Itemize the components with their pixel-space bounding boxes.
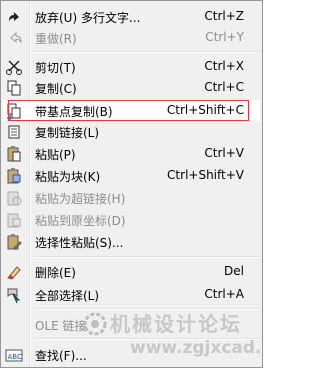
edit-context-menu: 放弃(U) 多行文字... Ctrl+Z 重做(R) Ctrl+Y 剪切(T) … bbox=[0, 0, 263, 368]
menu-item-paste[interactable]: 粘贴(P) Ctrl+V bbox=[3, 143, 260, 164]
menu-item-shortcut: Ctrl+C bbox=[204, 80, 244, 94]
menu-item-label: OLE 链接 bbox=[35, 319, 87, 333]
menu-item-shortcut: Ctrl+X bbox=[204, 59, 244, 73]
menu-item-label: 放弃(U) 多行文字... bbox=[35, 11, 141, 25]
svg-text:ABC: ABC bbox=[8, 353, 22, 361]
menu-item-paste-special[interactable]: 选择性粘贴(S)... bbox=[3, 231, 260, 252]
menu-item-label: 重做(R) bbox=[35, 32, 77, 46]
menu-item-delete[interactable]: 删除(E) Del bbox=[3, 261, 260, 282]
find-icon: ABC bbox=[5, 346, 23, 364]
menu-item-shortcut: Ctrl+Shift+C bbox=[166, 103, 244, 117]
menu-item-shortcut: Ctrl+Y bbox=[205, 30, 244, 44]
menu-item-cut[interactable]: 剪切(T) Ctrl+X bbox=[3, 56, 260, 77]
menu-item-shortcut: Ctrl+Shift+V bbox=[167, 168, 244, 182]
paste-orig-coords-icon bbox=[5, 211, 23, 229]
menu-separator bbox=[33, 308, 260, 310]
menu-separator bbox=[33, 338, 260, 340]
menu-item-redo[interactable]: 重做(R) Ctrl+Y bbox=[3, 27, 260, 48]
select-all-icon bbox=[5, 286, 23, 304]
menu-item-label: 粘贴到原坐标(D) bbox=[35, 214, 126, 228]
menu-item-copy-link[interactable]: 复制链接(L) bbox=[3, 121, 260, 142]
menu-item-label: 全部选择(L) bbox=[35, 289, 100, 303]
paste-special-icon bbox=[5, 233, 23, 251]
menu-item-label: 粘贴(P) bbox=[35, 148, 76, 162]
menu-item-label: 粘贴为超链接(H) bbox=[35, 192, 126, 206]
menu-item-paste-block[interactable]: 粘贴为块(K) Ctrl+Shift+V bbox=[3, 165, 260, 186]
menu-item-find[interactable]: ABC 查找(F)... bbox=[3, 344, 260, 365]
menu-separator bbox=[33, 51, 260, 53]
paste-hyperlink-icon bbox=[5, 189, 23, 207]
paste-block-icon bbox=[5, 167, 23, 185]
menu-item-ole-link[interactable]: OLE 链接 bbox=[3, 314, 260, 335]
scissors-icon bbox=[5, 58, 23, 76]
undo-icon bbox=[5, 8, 23, 26]
menu-item-paste-hyperlink[interactable]: 粘贴为超链接(H) bbox=[3, 187, 260, 208]
menu-item-label: 选择性粘贴(S)... bbox=[35, 236, 124, 250]
menu-item-shortcut: Del bbox=[224, 264, 244, 278]
menu-item-undo[interactable]: 放弃(U) 多行文字... Ctrl+Z bbox=[3, 6, 260, 27]
menu-item-label: 复制(C) bbox=[35, 82, 77, 96]
copy-base-point-icon bbox=[5, 102, 23, 120]
menu-item-label: 复制链接(L) bbox=[35, 126, 100, 140]
copy-link-icon bbox=[5, 123, 23, 141]
menu-item-shortcut: Ctrl+Z bbox=[204, 9, 244, 23]
menu-item-copy[interactable]: 复制(C) Ctrl+C bbox=[3, 77, 260, 98]
menu-item-label: 查找(F)... bbox=[35, 349, 87, 363]
copy-icon bbox=[5, 79, 23, 97]
menu-item-label: 带基点复制(B) bbox=[35, 105, 113, 119]
redo-icon bbox=[5, 29, 23, 47]
menu-separator bbox=[33, 256, 260, 258]
menu-item-label: 剪切(T) bbox=[35, 61, 76, 75]
menu-item-label: 删除(E) bbox=[35, 266, 76, 280]
menu-item-paste-orig-coords[interactable]: 粘贴到原坐标(D) bbox=[3, 209, 260, 230]
paste-icon bbox=[5, 145, 23, 163]
eraser-icon bbox=[5, 263, 23, 281]
menu-item-shortcut: Ctrl+V bbox=[204, 146, 244, 160]
menu-item-select-all[interactable]: 全部选择(L) Ctrl+A bbox=[3, 284, 260, 305]
menu-item-label: 粘贴为块(K) bbox=[35, 170, 101, 184]
menu-item-shortcut: Ctrl+A bbox=[204, 287, 244, 301]
menu-item-copy-base-point[interactable]: 带基点复制(B) Ctrl+Shift+C bbox=[3, 100, 260, 121]
